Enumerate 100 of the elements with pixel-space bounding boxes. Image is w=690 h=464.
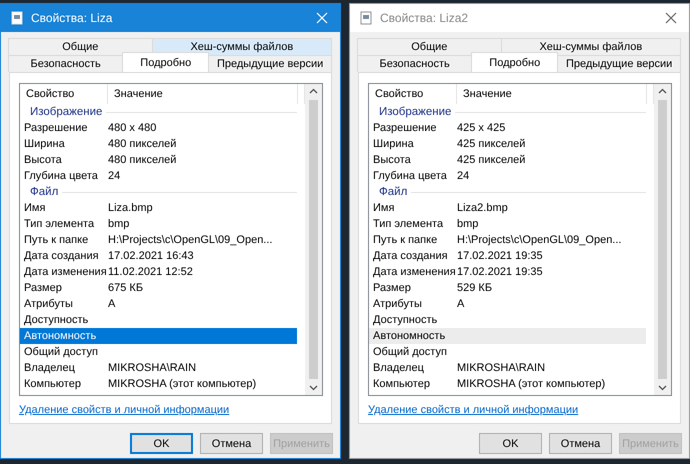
column-header[interactable]: Свойство	[369, 84, 457, 104]
property-name: Владелец	[23, 362, 76, 374]
property-name: Дата изменения	[372, 266, 453, 278]
property-name: Общий доступ	[23, 346, 99, 358]
remove-properties-link[interactable]: Удаление свойств и личной информации	[368, 404, 578, 416]
property-value: MIKROSHA (этот компьютер)	[456, 378, 606, 390]
property-row[interactable]: Дата создания 17.02.2021 16:43	[20, 248, 297, 264]
property-row[interactable]: Размер 529 КБ	[369, 280, 646, 296]
property-name: Имя	[372, 202, 396, 214]
property-row[interactable]: Автономность	[369, 328, 646, 344]
property-row[interactable]: Имя Liza2.bmp	[369, 200, 646, 216]
property-value: A	[456, 298, 464, 310]
property-value: 480 x 480	[107, 122, 156, 134]
property-row[interactable]: Доступность	[20, 312, 297, 328]
scrollbar[interactable]	[654, 84, 671, 395]
property-row[interactable]: Размер 675 КБ	[20, 280, 297, 296]
property-row[interactable]: Владелец MIKROSHA\RAIN	[20, 360, 297, 376]
property-name: Глубина цвета	[372, 170, 448, 182]
property-value: Liza2.bmp	[456, 202, 508, 214]
property-row[interactable]: Доступность	[369, 312, 646, 328]
property-row[interactable]: Дата создания 17.02.2021 19:35	[369, 248, 646, 264]
tab[interactable]: Общие	[357, 38, 502, 55]
property-row[interactable]: Путь к папке H:\Projects\c\OpenGL\09_Open...	[369, 232, 646, 248]
property-row[interactable]: Ширина 425 пикселей	[369, 136, 646, 152]
tab[interactable]: Общие	[8, 38, 153, 55]
dialog-button[interactable]: Отмена	[200, 433, 263, 454]
property-row[interactable]: Автономность	[20, 328, 297, 344]
tab[interactable]: Безопасность	[8, 55, 124, 72]
remove-properties-link[interactable]: Удаление свойств и личной информации	[19, 404, 230, 416]
property-name: Путь к папке	[23, 234, 90, 246]
column-header[interactable]: Значение	[457, 84, 647, 104]
property-name: Разрешение	[23, 122, 89, 134]
property-row[interactable]: Ширина 480 пикселей	[20, 136, 297, 152]
property-name: Имя	[23, 202, 46, 214]
property-value: A	[107, 298, 116, 310]
tab[interactable]: Безопасность	[357, 55, 472, 72]
property-row[interactable]: Владелец MIKROSHA\RAIN	[369, 360, 646, 376]
property-value: 24	[456, 170, 470, 182]
property-name: Доступность	[372, 314, 438, 326]
property-row[interactable]: Дата изменения 17.02.2021 19:35	[369, 264, 646, 280]
property-row[interactable]: Общий доступ	[369, 344, 646, 360]
property-value: H:\Projects\c\OpenGL\09_Open...	[456, 234, 622, 246]
property-row[interactable]: Атрибуты A	[20, 296, 297, 312]
property-value: MIKROSHA (этот компьютер)	[107, 378, 256, 390]
property-value: H:\Projects\c\OpenGL\09_Open...	[107, 234, 272, 246]
property-name: Доступность	[23, 314, 90, 326]
property-row[interactable]: Общий доступ	[20, 344, 297, 360]
property-name: Атрибуты	[23, 298, 74, 310]
property-name: Разрешение	[372, 122, 438, 134]
property-row[interactable]: Имя Liza.bmp	[20, 200, 297, 216]
property-row[interactable]: Атрибуты A	[369, 296, 646, 312]
property-row[interactable]: Разрешение 480 x 480	[20, 120, 297, 136]
property-row[interactable]: Высота 480 пикселей	[20, 152, 297, 168]
property-name: Общий доступ	[372, 346, 448, 358]
tab[interactable]: Хеш-суммы файлов	[500, 38, 681, 55]
property-value: MIKROSHA\RAIN	[456, 362, 546, 374]
property-row[interactable]: Дата изменения 11.02.2021 12:52	[20, 264, 297, 280]
tab[interactable]: Предыдущие версии	[208, 55, 332, 72]
property-row[interactable]: Глубина цвета 24	[20, 168, 297, 184]
property-name: Размер	[23, 282, 63, 294]
property-name: Тип элемента	[372, 218, 444, 230]
property-row[interactable]: Высота 425 пикселей	[369, 152, 646, 168]
scrollbar[interactable]	[305, 84, 322, 395]
dialog-button[interactable]: OK	[479, 433, 542, 454]
close-icon[interactable]	[665, 12, 677, 24]
dialog-button[interactable]: Отмена	[549, 433, 612, 454]
tab[interactable]: Хеш-суммы файлов	[152, 38, 332, 55]
property-row[interactable]: Путь к папке H:\Projects\c\OpenGL\09_Open...	[20, 232, 297, 248]
property-row[interactable]: Тип элемента bmp	[369, 216, 646, 232]
property-name: Путь к папке	[372, 234, 438, 246]
property-row[interactable]: Компьютер MIKROSHA (этот компьютер)	[20, 376, 297, 392]
column-header[interactable]: Свойство	[20, 84, 108, 104]
group-title: Файл	[30, 186, 58, 198]
column-header[interactable]: Значение	[108, 84, 298, 104]
property-value: 480 пикселей	[107, 154, 176, 166]
property-value: bmp	[107, 218, 130, 230]
tab[interactable]: Подробно	[471, 52, 558, 72]
property-value: MIKROSHA\RAIN	[107, 362, 196, 374]
file-icon	[360, 11, 372, 25]
property-name: Компьютер	[23, 378, 82, 390]
dialog-button[interactable]: OK	[130, 433, 193, 454]
group-title: Изображение	[30, 106, 102, 118]
property-name: Автономность	[23, 330, 98, 342]
property-value: 425 пикселей	[456, 154, 526, 166]
property-name: Дата создания	[372, 250, 449, 262]
file-icon	[11, 11, 23, 25]
tab[interactable]: Подробно	[122, 52, 210, 72]
property-name: Ширина	[372, 138, 415, 150]
property-name: Размер	[372, 282, 412, 294]
property-value: 529 КБ	[456, 282, 492, 294]
property-value: 24	[107, 170, 120, 182]
tab[interactable]: Предыдущие версии	[557, 55, 681, 72]
property-row[interactable]: Тип элемента bmp	[20, 216, 297, 232]
property-value: 17.02.2021 16:43	[107, 250, 194, 262]
property-name: Ширина	[23, 138, 66, 150]
property-row[interactable]: Компьютер MIKROSHA (этот компьютер)	[369, 376, 646, 392]
property-row[interactable]: Глубина цвета 24	[369, 168, 646, 184]
property-name: Владелец	[372, 362, 425, 374]
window-title: Свойства: Liza	[31, 11, 114, 25]
property-row[interactable]: Разрешение 425 x 425	[369, 120, 646, 136]
